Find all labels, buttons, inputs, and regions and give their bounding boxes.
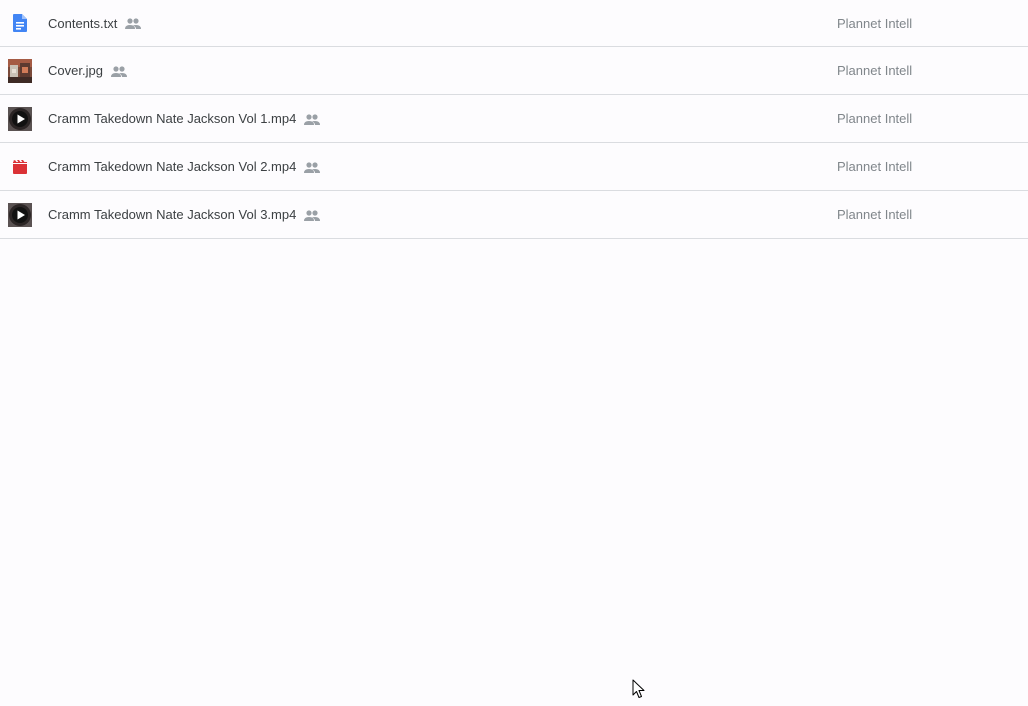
video-thumbnail <box>8 202 32 227</box>
file-name-group: Cramm Takedown Nate Jackson Vol 1.mp4 <box>48 111 321 126</box>
shared-people-icon <box>304 161 321 173</box>
shared-people-icon <box>110 65 127 77</box>
file-name-group: Cover.jpg <box>48 63 127 78</box>
mouse-cursor-icon <box>632 679 645 698</box>
shared-people-icon <box>304 113 321 125</box>
owner-name: Plannet Intell <box>837 111 913 126</box>
file-name-group: Cramm Takedown Nate Jackson Vol 3.mp4 <box>48 207 321 222</box>
file-row-vol-2[interactable]: Cramm Takedown Nate Jackson Vol 2.mp4 Pl… <box>0 143 1028 191</box>
shared-people-icon <box>125 17 142 29</box>
file-name[interactable]: Cramm Takedown Nate Jackson Vol 2.mp4 <box>48 159 296 174</box>
owner-name: Plannet Intell <box>837 15 913 31</box>
shared-people-icon <box>304 209 321 221</box>
file-name[interactable]: Contents.txt <box>48 16 117 31</box>
file-name-group: Contents.txt <box>48 16 142 31</box>
file-list: Contents.txt Plannet Intell Cover.jpg Pl… <box>0 0 1028 239</box>
file-row-vol-1[interactable]: Cramm Takedown Nate Jackson Vol 1.mp4 Pl… <box>0 95 1028 143</box>
doc-icon <box>8 11 32 35</box>
file-name[interactable]: Cover.jpg <box>48 63 103 78</box>
video-thumbnail <box>8 106 32 131</box>
file-row-vol-3[interactable]: Cramm Takedown Nate Jackson Vol 3.mp4 Pl… <box>0 191 1028 239</box>
owner-name: Plannet Intell <box>837 207 913 222</box>
file-row-contents-txt[interactable]: Contents.txt Plannet Intell <box>0 0 1028 47</box>
file-name[interactable]: Cramm Takedown Nate Jackson Vol 3.mp4 <box>48 207 296 222</box>
owner-name: Plannet Intell <box>837 63 913 78</box>
video-file-icon <box>8 155 32 179</box>
file-name[interactable]: Cramm Takedown Nate Jackson Vol 1.mp4 <box>48 111 296 126</box>
file-name-group: Cramm Takedown Nate Jackson Vol 2.mp4 <box>48 159 321 174</box>
owner-name: Plannet Intell <box>837 159 913 174</box>
image-thumbnail <box>8 58 32 83</box>
file-row-cover-jpg[interactable]: Cover.jpg Plannet Intell <box>0 47 1028 95</box>
